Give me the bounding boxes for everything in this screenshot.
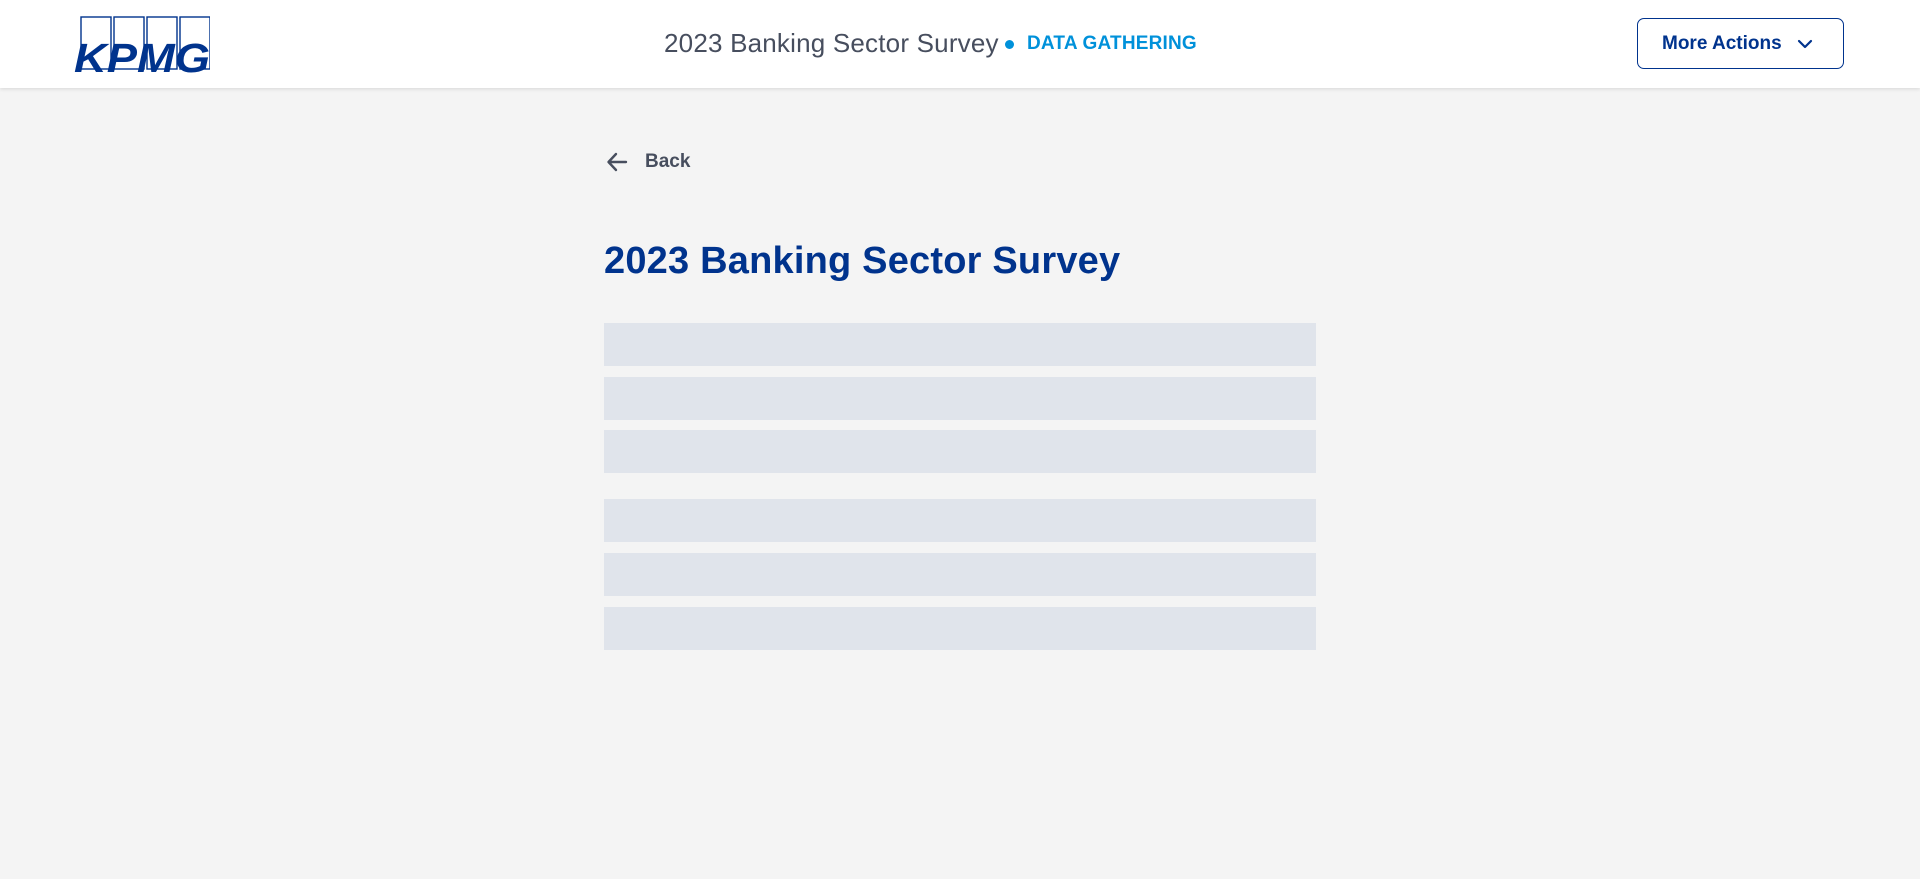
- status-dot-icon: [1005, 40, 1014, 49]
- loading-placeholder: [604, 553, 1316, 596]
- loading-placeholder: [604, 377, 1316, 420]
- kpmg-logo-mark: KPMG: [74, 16, 210, 74]
- arrow-left-icon: [607, 152, 628, 172]
- loading-placeholder: [604, 607, 1316, 650]
- loading-placeholder: [604, 323, 1316, 366]
- back-link[interactable]: Back: [605, 150, 690, 174]
- loading-placeholder: [604, 499, 1316, 542]
- kpmg-logo[interactable]: KPMG: [74, 16, 210, 74]
- top-header: KPMG 2023 Banking Sector Survey DATA GAT…: [0, 0, 1920, 88]
- status-badge: DATA GATHERING: [1027, 33, 1197, 54]
- more-actions-label: More Actions: [1662, 32, 1782, 54]
- back-label: Back: [645, 151, 691, 172]
- loading-placeholder: [604, 430, 1316, 473]
- survey-title: 2023 Banking Sector Survey: [664, 28, 999, 58]
- more-actions-button[interactable]: More Actions: [1637, 18, 1844, 69]
- svg-text:KPMG: KPMG: [74, 35, 210, 74]
- page-title: 2023 Banking Sector Survey: [604, 240, 1121, 282]
- chevron-down-icon: [1797, 39, 1813, 49]
